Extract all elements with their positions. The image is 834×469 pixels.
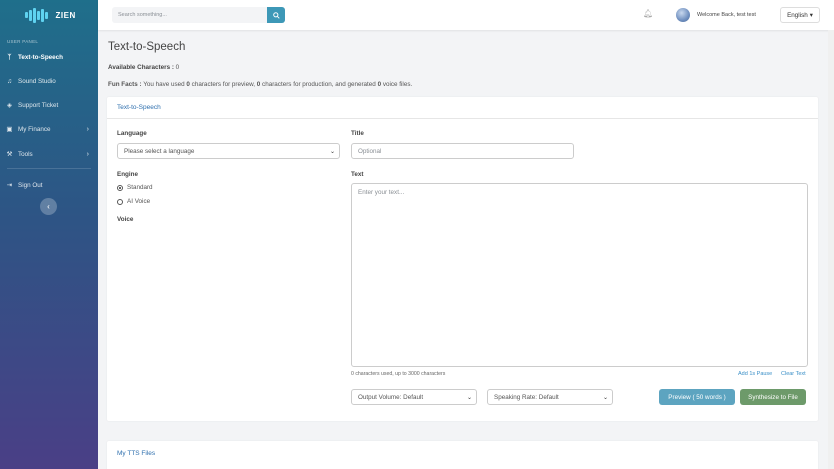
sidebar-item-label: Support Ticket: [18, 101, 59, 109]
available-label: Available Characters :: [108, 64, 174, 71]
sidebar-item-support-ticket[interactable]: ◈ Support Ticket: [0, 97, 98, 113]
sidebar-item-text-to-speech[interactable]: ᛉ Text-to-Speech: [0, 49, 98, 65]
tts-files-card: My TTS Files: [107, 441, 818, 469]
chevron-down-icon: ⌄: [329, 149, 335, 155]
chevron-left-icon: ‹: [47, 202, 50, 211]
available-value: 0: [175, 64, 180, 71]
tag-icon: ◈: [7, 102, 12, 109]
bell-icon[interactable]: 🔔︎: [643, 9, 653, 18]
welcome-text[interactable]: Welcome Back, test test: [697, 12, 756, 18]
engine-standard-radio[interactable]: Standard: [117, 184, 153, 191]
sidebar-divider: [7, 168, 91, 169]
sidebar-item-sign-out[interactable]: ⇥ Sign Out: [0, 177, 98, 193]
search-button[interactable]: [267, 7, 285, 23]
chevron-right-icon: ›: [86, 150, 89, 158]
sidebar-item-label: Sign Out: [18, 181, 43, 189]
available-characters: Available Characters : 0: [108, 64, 179, 71]
facts-text: voice files.: [381, 81, 413, 88]
chevron-down-icon: ⌄: [466, 395, 472, 401]
clear-text-link[interactable]: Clear Text: [781, 371, 806, 377]
wallet-icon: ▣: [6, 126, 13, 133]
chevron-down-icon: ⌄: [602, 395, 608, 401]
sidebar-item-label: My Finance: [18, 125, 51, 133]
engine-ai-voice-radio[interactable]: AI Voice: [117, 198, 150, 205]
title-label: Title: [351, 130, 364, 137]
synthesize-button[interactable]: Synthesize to File: [740, 389, 806, 405]
tts-icon: ᛉ: [7, 53, 12, 61]
search-input[interactable]: Search something...: [112, 7, 268, 23]
page-title: Text-to-Speech: [108, 41, 186, 53]
wrench-icon: ⚒: [6, 151, 13, 158]
chevron-right-icon: ›: [86, 125, 89, 133]
preview-button[interactable]: Preview ( 50 words ): [659, 389, 735, 405]
text-input[interactable]: Enter your text...: [351, 183, 808, 367]
page-scrollbar[interactable]: [828, 30, 834, 469]
sidebar-item-sound-studio[interactable]: ♫ Sound Studio: [0, 73, 98, 89]
signout-icon: ⇥: [6, 182, 13, 189]
engine-label: Engine: [117, 171, 138, 178]
add-pause-link[interactable]: Add 1s Pause: [738, 371, 772, 377]
card-title: Text-to-Speech: [107, 97, 818, 119]
logo-icon: [25, 7, 48, 23]
volume-value: Output Volume: Default: [358, 394, 424, 401]
sidebar: ZIEN USER PANEL ᛉ Text-to-Speech ♫ Sound…: [0, 0, 98, 469]
files-card-title: My TTS Files: [117, 450, 156, 457]
sidebar-collapse-button[interactable]: ‹: [40, 198, 57, 215]
radio-checked-icon: [117, 184, 123, 191]
fun-facts: Fun Facts : You have used 0 characters f…: [108, 81, 412, 88]
engine-option-label: Standard: [127, 184, 153, 191]
sidebar-item-my-finance[interactable]: ▣ My Finance ›: [0, 121, 98, 137]
char-count: 0 characters used, up to 3000 characters: [351, 371, 446, 377]
sidebar-item-tools[interactable]: ⚒ Tools ›: [0, 146, 98, 162]
title-input[interactable]: Optional: [351, 143, 574, 159]
brand-name: ZIEN: [55, 10, 76, 20]
sidebar-item-label: Sound Studio: [18, 77, 56, 85]
language-select[interactable]: English ▾: [780, 7, 820, 23]
search-icon: [272, 11, 280, 19]
music-icon: ♫: [7, 77, 12, 85]
radio-unchecked-icon: [117, 198, 123, 205]
voice-label: Voice: [117, 216, 134, 223]
sidebar-item-label: Text-to-Speech: [18, 53, 64, 61]
language-select-field[interactable]: Please select a language ⌄: [117, 143, 340, 159]
panel-label: USER PANEL: [7, 39, 39, 44]
language-label: Language: [117, 130, 147, 137]
facts-text: You have used: [141, 81, 187, 88]
caret-down-icon: ▾: [809, 11, 813, 19]
speaking-rate-select[interactable]: Speaking Rate: Default ⌄: [487, 389, 613, 405]
text-label: Text: [351, 171, 364, 178]
top-bar: Search something... 🔔︎ Welcome Back, tes…: [98, 0, 834, 30]
engine-option-label: AI Voice: [127, 198, 151, 205]
avatar[interactable]: [676, 8, 690, 22]
facts-text: characters for preview,: [189, 81, 257, 88]
facts-label: Fun Facts :: [108, 81, 142, 88]
sidebar-item-label: Tools: [18, 150, 33, 158]
rate-value: Speaking Rate: Default: [494, 394, 559, 401]
language-value: Please select a language: [124, 148, 195, 155]
output-volume-select[interactable]: Output Volume: Default ⌄: [351, 389, 477, 405]
language-label: English: [787, 11, 808, 19]
facts-text: characters for production, and generated: [260, 81, 378, 88]
brand-logo[interactable]: ZIEN: [0, 0, 98, 30]
